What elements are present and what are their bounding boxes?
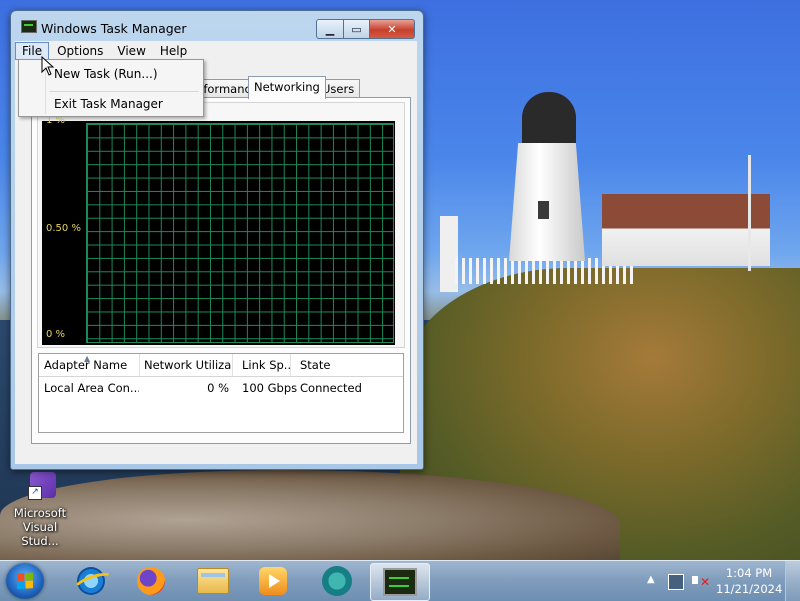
internet-explorer-icon (77, 567, 105, 595)
network-icon[interactable] (668, 574, 684, 590)
taskbar: ▲ ✕ 1:04 PM 11/21/2024 (0, 560, 800, 601)
column-header-state[interactable]: State (295, 354, 400, 376)
tab-networking[interactable]: Networking (248, 76, 326, 99)
networking-tab-panel: 1 % 0.50 % 0 % ▲ Adapter Name Network Ut… (31, 97, 411, 444)
camtasia-icon (322, 566, 352, 596)
media-player-icon (259, 567, 287, 595)
menu-item-exit-task-manager[interactable]: Exit Task Manager (22, 93, 198, 115)
graph-grid (86, 123, 394, 343)
menu-separator (49, 91, 199, 92)
column-header-network-utilization[interactable]: Network Utiliza... (139, 354, 233, 376)
lighthouse-lantern (522, 92, 576, 146)
menu-view[interactable]: View (111, 43, 151, 59)
window-title: Windows Task Manager (41, 21, 187, 36)
adapter-list-header: ▲ Adapter Name Network Utiliza... Link S… (39, 354, 403, 377)
sort-ascending-icon: ▲ (84, 354, 91, 363)
minimize-button[interactable]: ▁ (316, 19, 344, 39)
menu-bar: File Options View Help (15, 41, 417, 60)
menu-options[interactable]: Options (51, 43, 109, 59)
maximize-button[interactable]: ▭ (344, 19, 370, 39)
task-manager-icon (21, 20, 37, 33)
taskbar-media-player[interactable] (244, 563, 302, 599)
clock[interactable]: 1:04 PM 11/21/2024 (716, 565, 782, 597)
show-desktop-button[interactable] (785, 561, 800, 601)
adapter-list[interactable]: ▲ Adapter Name Network Utiliza... Link S… (38, 353, 404, 433)
graph-label-mid: 0.50 % (46, 223, 81, 234)
network-utilization-graph: 1 % 0.50 % 0 % (42, 115, 395, 345)
table-row[interactable]: Local Area Con... 0 % 100 Gbps Connected (39, 378, 403, 398)
shortcut-arrow-icon: ↗ (28, 486, 42, 500)
clock-date: 11/21/2024 (716, 582, 783, 596)
column-header-link-speed[interactable]: Link Sp... (237, 354, 291, 376)
caption-buttons: ▁ ▭ ✕ (316, 19, 415, 39)
wallpaper-house (602, 194, 770, 266)
wallpaper-flagpole (748, 155, 751, 271)
clock-time: 1:04 PM (725, 566, 773, 580)
network-graph-frame: 1 % 0.50 % 0 % (37, 102, 405, 348)
title-bar[interactable]: Windows Task Manager ▁ ▭ ✕ (11, 11, 423, 41)
menu-help[interactable]: Help (154, 43, 193, 59)
system-tray: ▲ ✕ 1:04 PM 11/21/2024 (640, 561, 800, 601)
mouse-cursor-icon (41, 56, 55, 76)
desktop-icon-visual-studio[interactable]: ↗ Microsoft Visual Stud... (4, 470, 76, 548)
show-hidden-icons-arrow[interactable]: ▲ (647, 574, 655, 585)
cell-link-speed: 100 Gbps (242, 381, 298, 395)
column-header-adapter-name[interactable]: ▲ Adapter Name (39, 354, 140, 376)
graph-label-min: 0 % (46, 329, 66, 340)
windows-logo-icon (17, 572, 33, 590)
cell-state: Connected (300, 381, 362, 395)
firefox-icon (137, 567, 165, 595)
taskbar-internet-explorer[interactable] (62, 563, 120, 599)
volume-muted-icon[interactable]: ✕ (692, 573, 710, 589)
cell-network-utilization: 0 % (207, 381, 229, 395)
desktop-icon-label-line1: Microsoft (13, 506, 67, 520)
windows-explorer-icon (197, 568, 229, 594)
cell-adapter-name: Local Area Con... (44, 381, 139, 395)
taskbar-windows-explorer[interactable] (184, 563, 242, 599)
start-button[interactable] (6, 563, 44, 599)
taskbar-camtasia[interactable] (308, 563, 366, 599)
lighthouse-window (538, 201, 549, 219)
close-button[interactable]: ✕ (370, 19, 415, 39)
taskbar-firefox[interactable] (122, 563, 180, 599)
window-client-area: Performance Networking Users 1 % 0.50 % … (15, 60, 417, 464)
task-manager-icon (383, 568, 417, 596)
visual-studio-icon: ↗ (20, 470, 60, 504)
taskbar-task-manager[interactable] (370, 563, 430, 601)
desktop-icon-label-line2: Visual Stud... (21, 520, 59, 548)
